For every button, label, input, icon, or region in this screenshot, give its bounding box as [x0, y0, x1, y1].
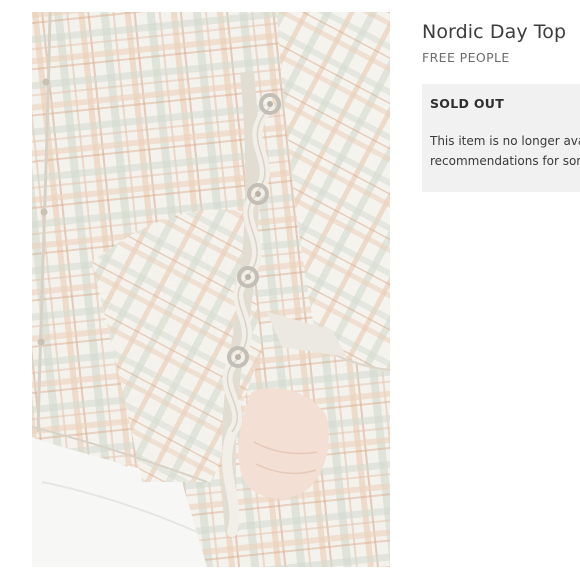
brand-link[interactable]: FREE PEOPLE — [422, 50, 510, 65]
product-page: Nordic Day Top FREE PEOPLE SOLD OUT This… — [0, 0, 580, 580]
product-title: Nordic Day Top — [422, 21, 567, 43]
product-info-panel: Nordic Day Top FREE PEOPLE SOLD OUT This… — [422, 0, 580, 580]
product-image[interactable] — [32, 12, 390, 567]
sold-out-message: This item is no longer avail recommendat… — [430, 131, 580, 171]
sold-out-notice: SOLD OUT This item is no longer avail re… — [422, 84, 580, 192]
sold-out-message-line1: This item is no longer avail — [430, 134, 580, 148]
plaid-shirt-illustration — [32, 12, 390, 567]
sold-out-message-line2: recommendations for som — [430, 154, 580, 168]
sold-out-label: SOLD OUT — [430, 96, 505, 111]
